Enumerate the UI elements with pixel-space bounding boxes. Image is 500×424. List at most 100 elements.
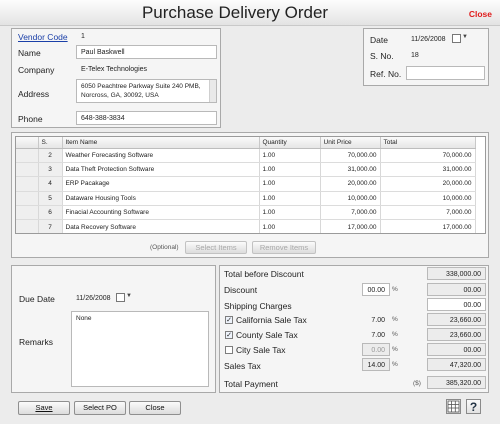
row-selector	[16, 162, 39, 178]
help-icon[interactable]: ?	[466, 399, 481, 414]
due-date-calendar-icon[interactable]	[116, 293, 125, 302]
county-percent-sign: %	[392, 331, 398, 338]
city-tax-percent: 0.00	[362, 343, 390, 356]
phone-field[interactable]: 648-388-3834	[76, 111, 217, 125]
row-selector	[16, 205, 39, 221]
date-label: Date	[370, 35, 388, 45]
sales-tax-percent: 14.00	[362, 358, 390, 371]
cell-unit-price[interactable]: 20,000.00	[320, 176, 381, 192]
cell-sn: 7	[38, 219, 63, 233]
cell-item-name[interactable]: Data Recovery Software	[62, 219, 260, 233]
sno-label: S. No.	[370, 51, 394, 61]
column-header-sn[interactable]: S.	[38, 137, 63, 149]
cell-sn: 4	[38, 176, 63, 192]
county-tax-value: 23,660.00	[427, 328, 486, 341]
name-field[interactable]: Paul Baskwell	[76, 45, 217, 59]
remove-items-button[interactable]: Remove Items	[252, 241, 316, 254]
cell-item-name[interactable]: Weather Forecasting Software	[62, 148, 260, 163]
california-tax-checkbox[interactable]: ✓	[225, 316, 233, 324]
california-tax-percent[interactable]: 7.00	[362, 313, 390, 326]
cell-total: 17,000.00	[380, 219, 476, 233]
cell-sn: 3	[38, 162, 63, 178]
cell-sn: 5	[38, 191, 63, 207]
optional-label: (Optional)	[150, 244, 179, 251]
title-bar: Purchase Delivery Order Close	[0, 0, 500, 26]
table-row[interactable]: 4 ERP Pacakage 1.00 20,000.00 20,000.00	[16, 176, 476, 192]
column-header-quantity[interactable]: Quantity	[259, 137, 321, 149]
column-header-item-name[interactable]: Item Name	[62, 137, 260, 149]
due-date-dropdown-icon[interactable]: ▼	[126, 293, 132, 299]
address-line-2: Norcross, GA, 30092, USA	[81, 92, 159, 99]
ref-no-label: Ref. No.	[370, 69, 402, 79]
table-row[interactable]: 7 Data Recovery Software 1.00 17,000.00 17,0…	[16, 219, 476, 233]
sales-tax-label: Sales Tax	[224, 361, 261, 371]
county-tax-percent[interactable]: 7.00	[362, 328, 390, 341]
calculator-icon[interactable]	[446, 399, 461, 414]
cell-quantity[interactable]: 1.00	[259, 148, 321, 163]
california-percent-sign: %	[392, 316, 398, 323]
vendor-code-field[interactable]: 1	[76, 29, 217, 42]
row-selector	[16, 219, 39, 233]
cell-quantity[interactable]: 1.00	[259, 162, 321, 178]
name-label: Name	[18, 48, 41, 58]
ref-no-field[interactable]	[406, 66, 485, 80]
total-payment-label: Total Payment	[224, 379, 278, 389]
cell-unit-price[interactable]: 7,000.00	[320, 205, 381, 221]
cell-quantity[interactable]: 1.00	[259, 176, 321, 192]
cell-quantity[interactable]: 1.00	[259, 205, 321, 221]
address-scrollbar[interactable]	[209, 80, 216, 102]
calendar-icon[interactable]	[452, 34, 461, 43]
select-items-button[interactable]: Select Items	[185, 241, 247, 254]
address-field[interactable]: 6050 Peachtree Parkway Suite 240 PMB, No…	[76, 79, 217, 103]
shipping-charges-field[interactable]: 00.00	[427, 298, 486, 311]
remarks-field[interactable]: None	[71, 311, 209, 387]
county-tax-label: County Sale Tax	[236, 330, 298, 340]
save-button-label: Save	[35, 403, 53, 412]
discount-percent-sign: %	[392, 286, 398, 293]
table-row[interactable]: 2 Weather Forecasting Software 1.00 70,000.…	[16, 148, 476, 163]
cell-item-name[interactable]: ERP Pacakage	[62, 176, 260, 192]
discount-percent-field[interactable]: 00.00	[362, 283, 390, 296]
select-po-button[interactable]: Select PO	[74, 401, 126, 415]
table-row[interactable]: 3 Data Theft Protection Software 1.00 31,00…	[16, 162, 476, 178]
due-date-field[interactable]: 11/26/2008	[71, 291, 111, 304]
cell-unit-price[interactable]: 31,000.00	[320, 162, 381, 178]
cell-unit-price[interactable]: 17,000.00	[320, 219, 381, 233]
company-field[interactable]: E-Telex Technologies	[76, 62, 217, 76]
window-title: Purchase Delivery Order	[141, 3, 329, 22]
cell-sn: 2	[38, 148, 63, 163]
column-header-unit-price[interactable]: Unit Price	[320, 137, 381, 149]
cell-sn: 6	[38, 205, 63, 221]
discount-label: Discount	[224, 285, 258, 295]
date-field[interactable]: 11/26/2008	[406, 32, 446, 45]
city-tax-checkbox[interactable]	[225, 346, 233, 354]
address-line-1: 6050 Peachtree Parkway Suite 240 PMB,	[81, 83, 201, 90]
california-tax-value: 23,660.00	[427, 313, 486, 326]
phone-label: Phone	[18, 114, 43, 124]
address-label: Address	[18, 89, 50, 99]
cell-unit-price[interactable]: 70,000.00	[320, 148, 381, 163]
county-tax-checkbox[interactable]: ✓	[225, 331, 233, 339]
vendor-code-link[interactable]: Vendor Code	[18, 32, 68, 42]
table-row[interactable]: 5 Dataware Housing Tools 1.00 10,000.00 10,0…	[16, 191, 476, 207]
cell-quantity[interactable]: 1.00	[259, 219, 321, 233]
close-link[interactable]: Close	[469, 9, 492, 19]
save-button[interactable]: Save	[18, 401, 70, 415]
cell-unit-price[interactable]: 10,000.00	[320, 191, 381, 207]
discount-value: 00.00	[427, 283, 486, 296]
cell-item-name[interactable]: Finacial Accounting Software	[62, 205, 260, 221]
cell-item-name[interactable]: Data Theft Protection Software	[62, 162, 260, 178]
california-tax-label: California Sale Tax	[236, 315, 307, 325]
cell-quantity[interactable]: 1.00	[259, 191, 321, 207]
row-selector	[16, 176, 39, 192]
remarks-label: Remarks	[19, 337, 54, 347]
row-select-header	[16, 137, 39, 149]
column-header-total[interactable]: Total	[380, 137, 476, 149]
calculator-icon-graphic	[447, 400, 460, 413]
cell-item-name[interactable]: Dataware Housing Tools	[62, 191, 260, 207]
grid-header-row: S. Item Name Quantity Unit Price Total	[16, 137, 476, 149]
table-row[interactable]: 6 Finacial Accounting Software 1.00 7,000.0…	[16, 205, 476, 221]
close-button[interactable]: Close	[129, 401, 181, 415]
row-selector	[16, 148, 39, 163]
date-dropdown-icon[interactable]: ▼	[462, 34, 468, 40]
